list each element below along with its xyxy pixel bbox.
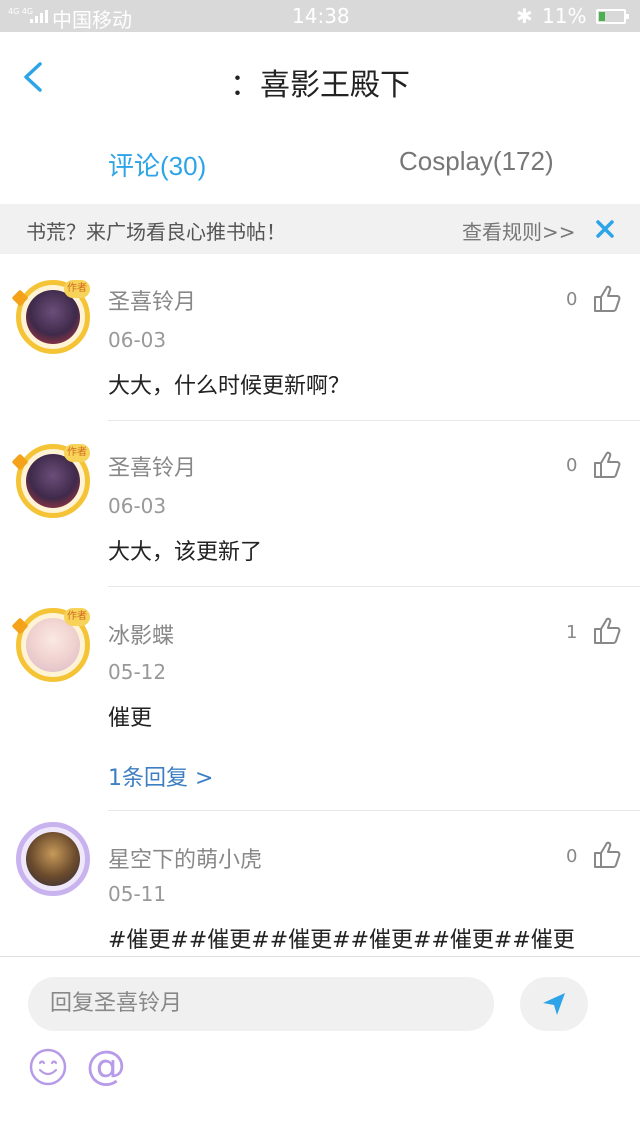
thumbs-up-icon[interactable] (592, 450, 622, 480)
like-count: 0 (566, 289, 578, 310)
signal-icon (30, 9, 48, 23)
avatar[interactable] (12, 818, 94, 900)
avatar[interactable]: 作者 (11, 604, 94, 686)
comment-username[interactable]: 圣喜铃月 (108, 450, 196, 482)
reply-input[interactable]: 回复圣喜铃月 (28, 977, 494, 1031)
comment-text: #催更##催更##催更##催更##催更##催更 (108, 928, 575, 953)
like-count: 1 (566, 622, 578, 643)
comment-date: 05-12 (108, 660, 167, 684)
comment-text: 大大，该更新了 (108, 540, 263, 565)
comment-date: 06-03 (108, 328, 167, 352)
page-title: ：喜影王殿下 (230, 68, 410, 103)
tab-comments[interactable]: 评论(30) (108, 146, 206, 183)
comment-text: 大大，什么时候更新啊？ (108, 374, 351, 399)
comment-date: 06-03 (108, 494, 167, 518)
view-replies-link[interactable]: 1条回复 > (108, 760, 213, 792)
comment-item: 作者 圣喜铃月 06-03 大大，什么时候更新啊？ 0 (0, 254, 640, 421)
banner-text[interactable]: 书荒？来广场看良心推书帖！ (26, 216, 286, 245)
send-button[interactable] (520, 977, 588, 1031)
author-badge: 作者 (64, 608, 90, 626)
status-bar: 4G 4G 中国移动 14:38 ✱ 11% (0, 0, 640, 32)
author-badge: 作者 (64, 444, 90, 462)
send-icon (543, 993, 565, 1015)
comment-item: 作者 冰影蝶 05-12 催更 1 1条回复 > (0, 586, 640, 811)
like-count: 0 (566, 455, 578, 476)
tab-cosplay[interactable]: Cosplay(172) (399, 146, 554, 177)
view-rules-link[interactable]: 查看规则>> (462, 216, 576, 245)
comment-username[interactable]: 星空下的萌小虎 (108, 842, 262, 874)
header: ：喜影王殿下 (0, 32, 640, 120)
battery-icon (596, 9, 629, 24)
carrier-name: 中国移动 (52, 8, 132, 32)
like-count: 0 (566, 846, 578, 867)
avatar[interactable]: 作者 (11, 276, 94, 358)
tab-bar: 评论(30) Cosplay(172) (0, 120, 640, 204)
promo-banner: 书荒？来广场看良心推书帖！ 查看规则>> (0, 204, 640, 254)
thumbs-up-icon[interactable] (592, 284, 622, 314)
emoji-icon[interactable] (28, 1047, 68, 1087)
author-badge: 作者 (64, 280, 90, 298)
comment-item: 星空下的萌小虎 05-11 #催更##催更##催更##催更##催更##催更 0 (0, 810, 640, 956)
comment-item: 作者 圣喜铃月 06-03 大大，该更新了 0 (0, 420, 640, 587)
battery-percent: 11% (542, 4, 587, 28)
comment-text: 催更 (108, 706, 153, 731)
avatar[interactable]: 作者 (11, 440, 94, 522)
clock: 14:38 (292, 4, 350, 28)
reply-bar: 回复圣喜铃月 @ (0, 956, 640, 1138)
comment-username[interactable]: 圣喜铃月 (108, 284, 196, 316)
close-icon[interactable] (594, 218, 616, 240)
comment-username[interactable]: 冰影蝶 (108, 618, 174, 650)
comment-date: 05-11 (108, 882, 167, 906)
thumbs-up-icon[interactable] (592, 616, 622, 646)
thumbs-up-icon[interactable] (592, 840, 622, 870)
bluetooth-icon: ✱ (516, 4, 533, 28)
mention-icon[interactable]: @ (86, 1043, 126, 1089)
